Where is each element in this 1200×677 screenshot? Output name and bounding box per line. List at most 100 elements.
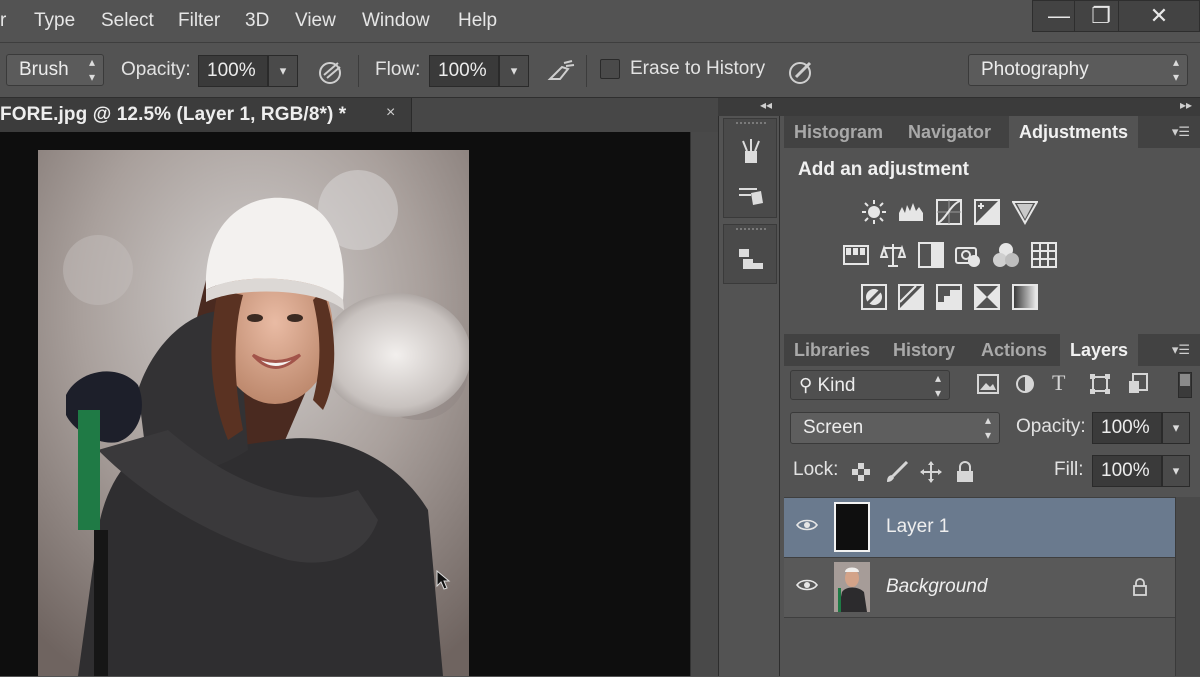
layer-filter-select[interactable]: ⚲ Kind ▴ ▾ [790, 370, 950, 400]
menu-item-view[interactable]: View [295, 10, 336, 32]
collapse-left-icon[interactable]: ◂◂ [760, 98, 772, 112]
menu-item-help[interactable]: Help [458, 10, 497, 32]
opacity-input[interactable]: 100% [198, 55, 268, 87]
lock-image-pixels-icon[interactable] [885, 461, 909, 483]
filter-pixel-layers-icon[interactable] [977, 374, 999, 394]
erase-to-history-checkbox[interactable] [600, 59, 620, 79]
opacity-dropdown-button[interactable]: ▾ [268, 55, 298, 87]
black-white-icon[interactable] [918, 242, 944, 268]
panel-menu-icon[interactable]: ▾☰ [1172, 124, 1190, 140]
menu-bar: r Type Select Filter 3D View Window Help… [0, 0, 1200, 42]
menu-item-filter[interactable]: Filter [178, 10, 220, 32]
layers-panel: ⚲ Kind ▴ ▾ T Screen ▴ ▾ Opacity: 100% ▾ Lo… [784, 368, 1200, 677]
layer-name: Layer 1 [886, 516, 950, 537]
menu-item-3d[interactable]: 3D [245, 10, 269, 32]
exposure-icon[interactable] [974, 199, 1000, 225]
flow-input[interactable]: 100% [429, 55, 499, 87]
layers-tab-bar: Libraries History Actions Layers ▾☰ [784, 334, 1200, 366]
adjustments-title: Add an adjustment [798, 159, 970, 180]
filter-kind-value: Kind [817, 375, 856, 396]
hue-saturation-icon[interactable] [843, 242, 869, 268]
separator [586, 55, 587, 87]
grip-icon[interactable] [736, 122, 766, 128]
erase-to-history-label[interactable]: Erase to History [630, 58, 765, 80]
levels-icon[interactable] [898, 199, 924, 225]
collapse-right-icon[interactable]: ▸▸ [1180, 98, 1192, 112]
adjustments-tab-bar: Histogram Navigator Adjustments ▾☰ [784, 116, 1200, 148]
lock-transparent-pixels-icon[interactable] [852, 463, 870, 481]
tab-adjustments[interactable]: Adjustments [1009, 116, 1139, 148]
lock-label: Lock: [793, 459, 839, 480]
flow-dropdown-button[interactable]: ▾ [499, 55, 529, 87]
lock-position-icon[interactable] [920, 461, 942, 483]
pressure-size-icon[interactable] [786, 57, 816, 85]
eye-icon[interactable] [796, 518, 818, 532]
brightness-contrast-icon[interactable] [861, 199, 887, 225]
woman-in-winter-coat-photo [38, 150, 469, 676]
fill-dropdown-button[interactable]: ▾ [1162, 455, 1190, 487]
panel-dock [718, 116, 780, 676]
filter-type-layers-icon[interactable]: T [1052, 370, 1065, 396]
layers-scrollbar[interactable] [1175, 497, 1200, 676]
fill-input[interactable]: 100% [1092, 455, 1162, 487]
blend-mode-select[interactable]: Screen ▴ ▾ [790, 412, 1000, 444]
layer-opacity-input[interactable]: 100% [1092, 412, 1162, 444]
brush-settings-icon[interactable] [737, 181, 765, 209]
tab-history[interactable]: History [883, 334, 965, 366]
workspace-select[interactable]: Photography ▴ ▾ [968, 54, 1188, 86]
layer-opacity-label: Opacity: [1016, 416, 1086, 437]
menu-item-type[interactable]: Type [34, 10, 75, 32]
menu-item-partial[interactable]: r [0, 10, 6, 32]
tab-actions[interactable]: Actions [971, 334, 1057, 366]
tool-preset-value: Brush [19, 59, 69, 80]
close-window-button[interactable]: ✕ [1118, 0, 1200, 32]
clone-source-icon[interactable] [737, 245, 765, 273]
curves-icon[interactable] [936, 199, 962, 225]
restore-icon: ❐ [1091, 3, 1111, 28]
flow-label: Flow: [375, 59, 421, 80]
tab-histogram[interactable]: Histogram [784, 116, 893, 148]
filter-smart-objects-icon[interactable] [1127, 373, 1149, 395]
pressure-opacity-icon[interactable] [316, 57, 346, 85]
grip-icon[interactable] [736, 228, 766, 234]
selective-color-icon[interactable] [974, 284, 1000, 310]
color-balance-icon[interactable] [880, 242, 906, 268]
layer-row-layer-1[interactable]: Layer 1 [784, 497, 1175, 557]
document-tab[interactable]: FORE.jpg @ 12.5% (Layer 1, RGB/8*) * × [0, 98, 412, 132]
eye-icon[interactable] [796, 578, 818, 592]
tab-libraries[interactable]: Libraries [784, 334, 880, 366]
up-down-arrows-icon: ▴ ▾ [934, 371, 941, 400]
panel-menu-icon[interactable]: ▾☰ [1172, 342, 1190, 358]
airbrush-icon[interactable] [546, 57, 576, 85]
vibrance-icon[interactable] [1012, 199, 1038, 225]
up-down-arrows-icon: ▴ ▾ [88, 55, 95, 84]
close-tab-icon[interactable]: × [386, 104, 395, 122]
threshold-icon[interactable] [936, 284, 962, 310]
dock-group-brushes [723, 118, 777, 218]
lock-icon [1133, 578, 1147, 596]
tab-navigator[interactable]: Navigator [898, 116, 1001, 148]
vertical-scrollbar[interactable] [690, 132, 718, 676]
photo-filter-icon[interactable] [955, 242, 981, 268]
gradient-map-icon[interactable] [1012, 284, 1038, 310]
channel-mixer-icon[interactable] [993, 242, 1019, 268]
panels-header: ▸▸ [780, 98, 1200, 116]
invert-icon[interactable] [861, 284, 887, 310]
layer-row-background[interactable]: Background [784, 557, 1175, 617]
lock-all-icon[interactable] [956, 461, 974, 483]
brush-presets-icon[interactable] [737, 137, 765, 165]
layer-opacity-dropdown-button[interactable]: ▾ [1162, 412, 1190, 444]
up-down-arrows-icon: ▴ ▾ [1172, 55, 1179, 84]
menu-item-select[interactable]: Select [101, 10, 154, 32]
tab-strip [412, 98, 718, 132]
color-lookup-icon[interactable] [1031, 242, 1057, 268]
tool-preset-select[interactable]: Brush ▴ ▾ [6, 54, 104, 86]
tab-layers[interactable]: Layers [1060, 334, 1139, 366]
menu-item-window[interactable]: Window [362, 10, 430, 32]
document-image[interactable] [38, 150, 469, 676]
filter-shape-layers-icon[interactable] [1089, 373, 1111, 395]
posterize-icon[interactable] [898, 284, 924, 310]
filter-toggle-switch[interactable] [1178, 372, 1192, 398]
mouse-cursor-icon [436, 570, 451, 590]
filter-adjustment-layers-icon[interactable] [1014, 374, 1036, 394]
